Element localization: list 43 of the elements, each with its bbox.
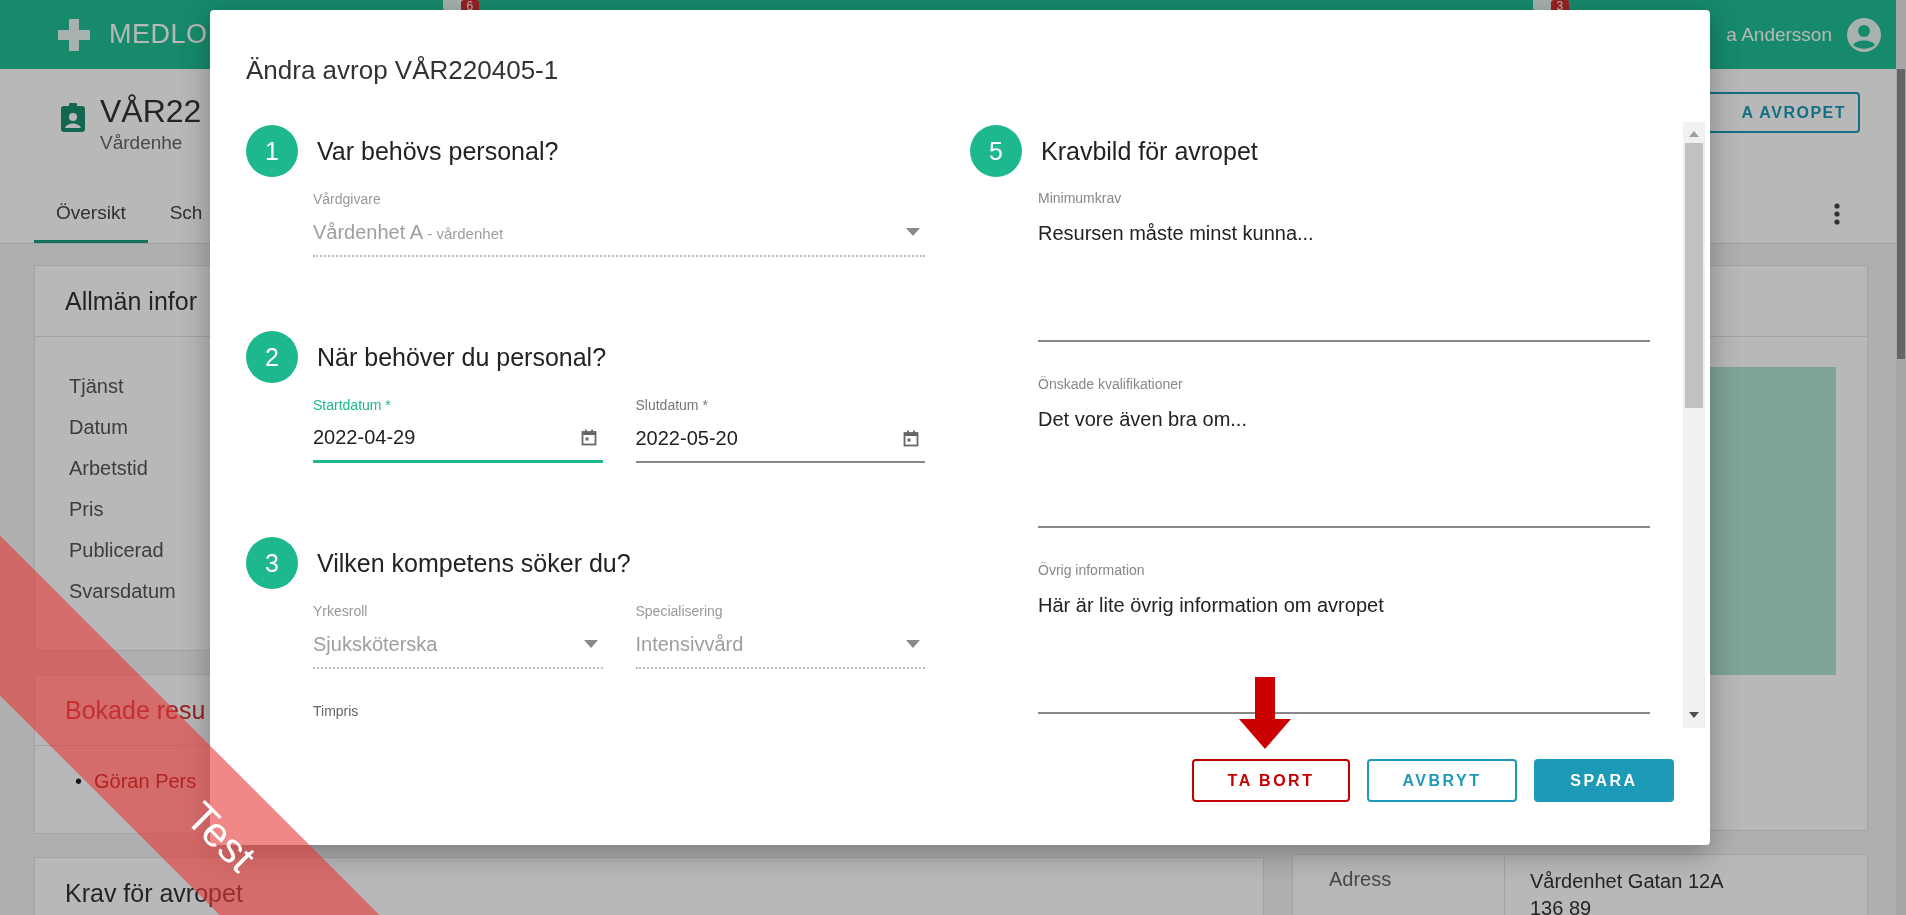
field-label: Yrkesroll (313, 603, 369, 619)
page-title: VÅR22 (100, 93, 202, 130)
field-label: Önskade kvalifikationer (1038, 376, 1184, 392)
text-area[interactable]: Det vore även bra om... (1038, 392, 1650, 528)
page-subtitle: Vårdenhe (100, 132, 184, 154)
date-field[interactable]: 2022-04-29 (313, 413, 603, 463)
delete-button[interactable]: TA BORT (1192, 759, 1350, 802)
info-label: Arbetstid (69, 457, 148, 480)
info-label: Svarsdatum (69, 580, 176, 603)
tab[interactable]: Översikt (34, 185, 148, 243)
field-label: Minimumkrav (1038, 190, 1123, 206)
card-title: Allmän infor (65, 286, 197, 316)
address-label: Adress (1329, 868, 1392, 890)
info-label: Datum (69, 416, 128, 439)
field-label: Vårdgivare (313, 191, 382, 207)
text-area[interactable]: Resursen måste minst kunna... (1038, 206, 1650, 342)
bullet: • (75, 770, 82, 793)
address-line: 136 89 (1530, 896, 1593, 915)
step-number: 2 (246, 331, 298, 383)
section-heading: Kravbild för avropet (1041, 136, 1258, 166)
info-label: Pris (69, 498, 104, 521)
card-title: Krav för avropet (65, 878, 243, 908)
field-label: Startdatum * (313, 397, 392, 413)
section-heading: Vilken kompetens söker du? (317, 548, 631, 578)
user-name: a Andersson (1726, 23, 1832, 46)
field-label: Övrig information (1038, 562, 1146, 578)
address-line: Vårdenhet Gatan 12A (1530, 869, 1725, 894)
save-button[interactable]: SPARA (1534, 759, 1674, 802)
brand-name: MEDLO (109, 19, 208, 50)
field-label: Specialisering (635, 603, 724, 619)
section-heading: Var behövs personal? (317, 136, 559, 166)
field-label: Timpris (313, 703, 360, 719)
step-number: 5 (970, 125, 1022, 177)
date-field[interactable]: 2022-05-20 (635, 413, 925, 463)
info-label: Publicerad (69, 539, 164, 562)
section-heading: När behöver du personal? (317, 342, 607, 372)
step-number: 1 (246, 125, 298, 177)
cancel-button[interactable]: AVBRYT (1367, 759, 1517, 802)
info-label: Tjänst (69, 375, 124, 398)
card-title: Bokade resu (65, 695, 206, 725)
field-label: Slutdatum * (635, 397, 709, 413)
dialog-title: Ändra avrop VÅR220405-1 (245, 54, 560, 87)
step-number: 3 (246, 537, 298, 589)
